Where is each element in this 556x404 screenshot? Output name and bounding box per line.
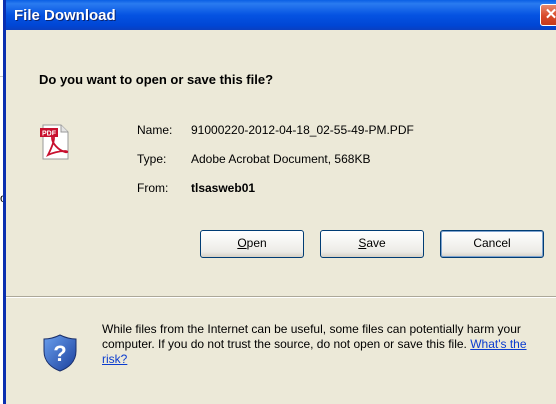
cancel-button[interactable]: Cancel <box>440 230 544 258</box>
shield-question-icon: ? <box>43 334 77 372</box>
close-icon: ✕ <box>544 6 556 23</box>
window-title: File Download <box>14 7 116 24</box>
name-label: Name: <box>137 123 173 137</box>
open-button[interactable]: Open <box>200 230 304 258</box>
security-warning: While files from the Internet can be use… <box>102 322 552 367</box>
close-button[interactable]: ✕ <box>540 4 556 26</box>
pdf-icon: PDF <box>40 124 69 160</box>
svg-text:?: ? <box>53 341 66 366</box>
dialog-separator <box>6 296 556 298</box>
warning-text: While files from the Internet can be use… <box>102 322 521 351</box>
from-label: From: <box>137 181 169 195</box>
title-bar[interactable]: File Download ✕ <box>6 0 556 30</box>
open-access-key: O <box>237 236 247 250</box>
file-source-value: tlsasweb01 <box>191 181 256 195</box>
file-download-dialog: File Download ✕ Do you want to open or s… <box>3 0 556 404</box>
open-button-label: pen <box>246 236 267 250</box>
file-type-value: Adobe Acrobat Document, 568KB <box>191 152 371 166</box>
cancel-button-label: Cancel <box>473 236 511 250</box>
type-label: Type: <box>137 152 167 166</box>
question-heading: Do you want to open or save this file? <box>39 72 274 87</box>
file-name-value: 91000220-2012-04-18_02-55-49-PM.PDF <box>191 123 414 137</box>
save-button[interactable]: Save <box>320 230 424 258</box>
save-button-label: ave <box>366 236 386 250</box>
